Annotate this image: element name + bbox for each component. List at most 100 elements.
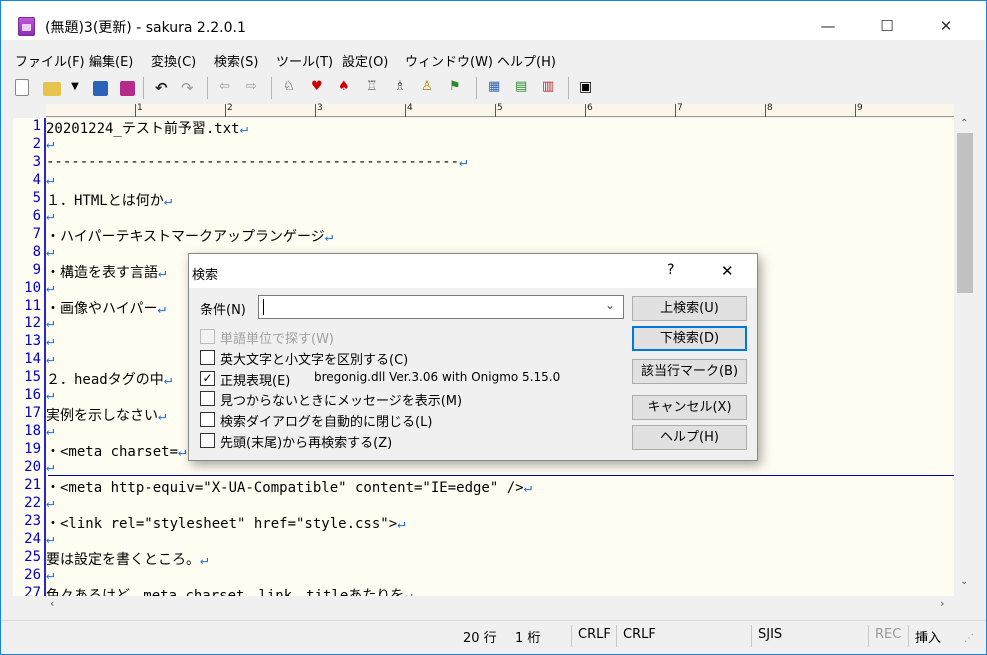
window-title: (無題)3(更新) - sakura 2.2.0.1 <box>45 20 246 36</box>
vertical-scroll-thumb[interactable] <box>957 133 973 293</box>
search-condition-input[interactable]: ⌄ <box>258 295 624 319</box>
ruler: 1 2 3 4 5 6 7 8 9 <box>46 103 954 117</box>
save-all-icon[interactable] <box>120 81 135 96</box>
line-number: 22 <box>24 494 41 511</box>
resize-grip-icon[interactable]: ⋰ <box>964 633 974 644</box>
menu-tools[interactable]: ツール(T) <box>276 51 333 70</box>
editor-line: ↵ <box>46 531 54 547</box>
newline-mark-icon: ↵ <box>46 387 55 404</box>
editor-line: ・構造を表す言語↵ <box>46 264 167 281</box>
forward-icon[interactable]: ⇨ <box>246 79 264 97</box>
line-number: 15 <box>24 369 41 386</box>
option-checkbox[interactable]: 単語単位で探す(W) <box>189 328 619 347</box>
editor-line: ↵ <box>46 315 54 331</box>
line-number: 20 <box>24 459 41 476</box>
dropdown-arrow-icon[interactable]: ▼ <box>69 81 81 99</box>
save-icon[interactable] <box>93 81 108 96</box>
line-number: 25 <box>24 548 41 565</box>
horizontal-scrollbar[interactable]: ‹ › <box>46 596 954 614</box>
mark-line-button[interactable]: 該当行マーク(B) <box>632 359 747 384</box>
line-number: 21 <box>24 477 41 493</box>
line-number: 5 <box>32 189 41 206</box>
mark-icon[interactable]: ♙ <box>421 79 439 97</box>
find-dialog: 検索 ? ✕ 条件(N) ⌄ 単語単位で探す(W) 英大文字と小文字を区別する(C… <box>188 253 758 461</box>
newline-mark-icon: ↵ <box>404 587 413 596</box>
line-number: 4 <box>32 171 41 188</box>
search-down-button[interactable]: 下検索(D) <box>632 326 747 351</box>
option-checkbox[interactable]: 検索ダイアログを自動的に閉じる(L) <box>189 411 619 430</box>
replace-icon[interactable]: ♖ <box>366 79 384 97</box>
option-checkbox[interactable]: 先頭(末尾)から再検索する(Z) <box>189 432 619 451</box>
tag-icon[interactable]: ▥ <box>542 79 560 97</box>
newline-mark-icon: ↵ <box>46 135 55 152</box>
option-checkbox[interactable]: 英大文字と小文字を区別する(C) <box>189 349 619 368</box>
scroll-down-icon[interactable]: ⌄ <box>960 576 968 587</box>
editor-line: ----------------------------------------… <box>46 153 468 170</box>
line-number: 26 <box>24 566 41 583</box>
back-icon[interactable]: ⇦ <box>219 79 237 97</box>
option-checkbox[interactable]: 見つからないときにメッセージを表示(M) <box>189 390 619 409</box>
dialog-close-button[interactable]: ✕ <box>721 262 734 280</box>
menu-file[interactable]: ファイル(F) <box>15 51 85 70</box>
option-label: 正規表現(E) <box>220 373 291 389</box>
scroll-up-icon[interactable]: ⌃ <box>960 118 968 129</box>
undo-icon[interactable]: ↶ <box>155 79 173 97</box>
status-eol-2[interactable]: CRLF <box>623 627 656 642</box>
compare-icon[interactable]: ▤ <box>515 79 533 97</box>
search-prev-icon[interactable]: ♥ <box>311 79 329 97</box>
grep-icon[interactable]: ♗ <box>394 79 412 97</box>
newline-mark-icon: ↵ <box>46 494 55 511</box>
checkbox-box[interactable] <box>200 391 215 407</box>
help-icon[interactable]: ? <box>667 262 674 278</box>
condition-label: 条件(N) <box>200 303 246 318</box>
minimize-button[interactable]: — <box>805 13 851 39</box>
checkbox-box[interactable] <box>200 349 215 365</box>
checkmark-icon[interactable]: ✓ <box>200 370 215 386</box>
editor-line: ↵ <box>46 208 54 224</box>
search-up-button[interactable]: 上検索(U) <box>632 296 747 321</box>
jump-icon[interactable]: ⚑ <box>449 79 467 97</box>
checkbox-box[interactable] <box>200 329 215 344</box>
line-number: 11 <box>24 297 41 314</box>
newline-mark-icon: ↵ <box>46 333 55 350</box>
newline-mark-icon: ↵ <box>158 264 167 281</box>
status-encoding[interactable]: SJIS <box>758 627 782 642</box>
editor-line: ↵ <box>46 567 54 583</box>
option-label: 先頭(末尾)から再検索する(Z) <box>220 436 393 451</box>
checkbox-box[interactable] <box>200 433 215 448</box>
new-file-icon[interactable] <box>15 79 29 96</box>
menu-edit[interactable]: 編集(E) <box>89 51 133 70</box>
cancel-button[interactable]: キャンセル(X) <box>632 395 747 420</box>
menu-window[interactable]: ウィンドウ(W) <box>405 51 493 70</box>
help-button[interactable]: ヘルプ(H) <box>632 425 747 450</box>
menu-convert[interactable]: 変換(C) <box>151 51 196 70</box>
toolbar-separator <box>568 77 569 99</box>
menu-settings[interactable]: 設定(O) <box>342 51 388 70</box>
toolbar-separator <box>476 77 477 99</box>
maximize-button[interactable]: ☐ <box>864 13 910 39</box>
line-number: 10 <box>24 279 41 296</box>
chevron-down-icon[interactable]: ⌄ <box>605 298 615 312</box>
settings-icon[interactable]: ▣ <box>579 79 597 97</box>
toolbar-separator <box>271 77 272 99</box>
scroll-right-icon[interactable]: › <box>940 597 944 610</box>
status-eol[interactable]: CRLF <box>578 627 611 642</box>
editor-line: ↵ <box>46 459 54 475</box>
menu-bar: ファイル(F) 編集(E) 変換(C) 検索(S) ツール(T) 設定(O) ウ… <box>1 45 986 72</box>
menu-search[interactable]: 検索(S) <box>214 51 258 70</box>
search-next-icon[interactable]: ♠ <box>338 79 356 97</box>
redo-icon[interactable]: ↷ <box>181 79 199 97</box>
newline-mark-icon: ↵ <box>397 515 406 532</box>
status-insert-mode[interactable]: 挿入 <box>915 627 941 646</box>
search-icon[interactable]: ♘ <box>283 79 301 97</box>
app-icon <box>18 17 35 36</box>
editor-line: 20201224_テスト前予習.txt↵ <box>46 121 249 137</box>
newline-mark-icon: ↵ <box>46 423 55 440</box>
outline-icon[interactable]: ▦ <box>488 79 506 97</box>
checkbox-box[interactable] <box>200 412 215 428</box>
vertical-scrollbar[interactable]: ⌃ ⌄ <box>954 118 976 596</box>
open-folder-icon[interactable] <box>43 82 61 96</box>
close-button[interactable]: ✕ <box>923 13 969 39</box>
menu-help[interactable]: ヘルプ(H) <box>497 51 556 70</box>
scroll-left-icon[interactable]: ‹ <box>50 597 54 610</box>
